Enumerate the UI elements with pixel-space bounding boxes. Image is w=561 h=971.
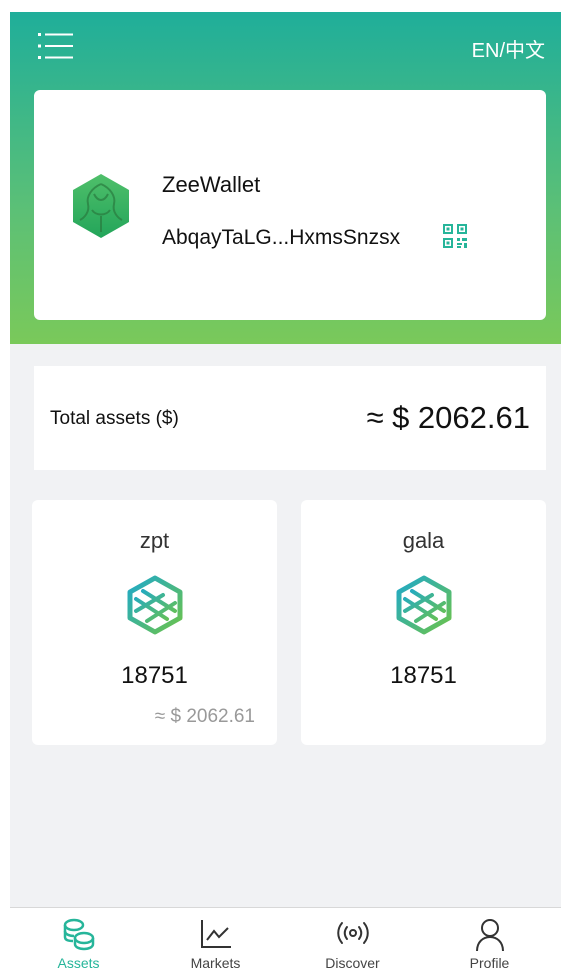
wallet-address: AbqayTaLG...HxmsSnzsx xyxy=(162,226,401,249)
total-assets-label: Total assets ($) xyxy=(50,408,179,429)
tab-markets[interactable]: Markets xyxy=(147,908,284,971)
wallet-header: EN/中文 ZeeWallet AbqayTaLG...HxmsSnzsx xyxy=(10,12,561,344)
tab-assets[interactable]: Assets xyxy=(10,908,147,971)
tab-label: Profile xyxy=(469,955,510,971)
total-assets-card: Total assets ($) ≈ $ 2062.61 xyxy=(34,366,546,470)
total-assets-value: ≈ $ 2062.61 xyxy=(366,400,530,435)
tab-profile[interactable]: Profile xyxy=(421,908,558,971)
wallet-name: ZeeWallet xyxy=(162,172,261,197)
wallet-card[interactable]: ZeeWallet AbqayTaLG...HxmsSnzsx xyxy=(34,90,546,320)
asset-amount: 18751 xyxy=(121,662,188,689)
asset-card-zpt[interactable]: zpt 18751 ≈ $ 2062.61 xyxy=(32,500,277,745)
tab-discover[interactable]: Discover xyxy=(284,908,421,971)
asset-card-gala[interactable]: gala 18751 xyxy=(301,500,546,745)
asset-usd-value: ≈ $ 2062.61 xyxy=(154,706,255,727)
qr-code-icon[interactable] xyxy=(442,223,468,249)
gala-token-icon xyxy=(396,575,452,635)
wallet-logo-icon xyxy=(70,172,132,240)
app-screen: EN/中文 ZeeWallet AbqayTaLG...HxmsSnzsx To… xyxy=(10,12,561,971)
broadcast-icon xyxy=(336,922,369,944)
menu-list-icon[interactable] xyxy=(38,30,74,62)
asset-name: zpt xyxy=(139,528,170,553)
line-chart-icon xyxy=(200,920,231,948)
tab-label: Assets xyxy=(57,955,100,971)
language-switch[interactable]: EN/中文 xyxy=(472,34,545,63)
tab-label: Markets xyxy=(190,955,241,971)
bottom-tab-bar: Assets Markets Discover Profile xyxy=(10,907,561,971)
zpt-token-icon xyxy=(127,575,183,635)
tab-label: Discover xyxy=(325,955,380,971)
asset-name: gala xyxy=(402,528,445,553)
asset-amount: 18751 xyxy=(390,662,457,689)
coins-icon xyxy=(63,918,94,951)
person-icon xyxy=(475,919,504,952)
